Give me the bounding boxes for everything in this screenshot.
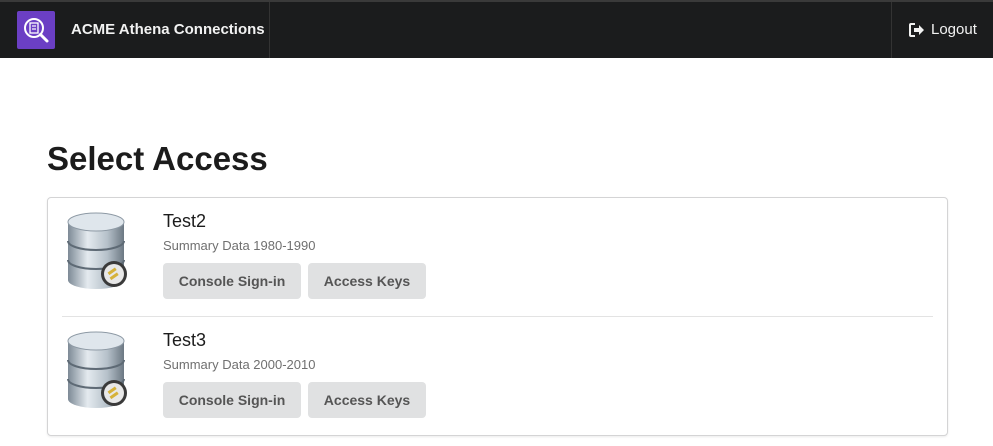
item-description: Summary Data 1980-1990: [163, 238, 316, 253]
list-item: Test2 Summary Data 1980-1990 Console Sig…: [48, 198, 947, 316]
item-description: Summary Data 2000-2010: [163, 357, 316, 372]
app-title: ACME Athena Connections: [71, 21, 265, 38]
sign-out-icon: [909, 23, 924, 37]
logout-label: Logout: [931, 21, 977, 38]
item-title: Test3: [163, 330, 207, 350]
console-sign-in-button[interactable]: Console Sign-in: [163, 263, 301, 299]
access-keys-button[interactable]: Access Keys: [308, 382, 426, 418]
console-sign-in-button[interactable]: Console Sign-in: [163, 382, 301, 418]
page-title: Select Access: [47, 140, 268, 177]
list-item: Test3 Summary Data 2000-2010 Console Sig…: [48, 317, 947, 435]
database-plug-icon: [67, 212, 127, 289]
access-list: Test2 Summary Data 1980-1990 Console Sig…: [47, 197, 948, 436]
athena-search-icon: [17, 11, 55, 49]
database-plug-icon: [67, 331, 127, 408]
brand[interactable]: ACME Athena Connections: [0, 2, 270, 58]
logout-button[interactable]: Logout: [891, 2, 993, 58]
top-navbar: ACME Athena Connections Logout: [0, 0, 993, 58]
access-keys-button[interactable]: Access Keys: [308, 263, 426, 299]
item-title: Test2: [163, 211, 207, 231]
